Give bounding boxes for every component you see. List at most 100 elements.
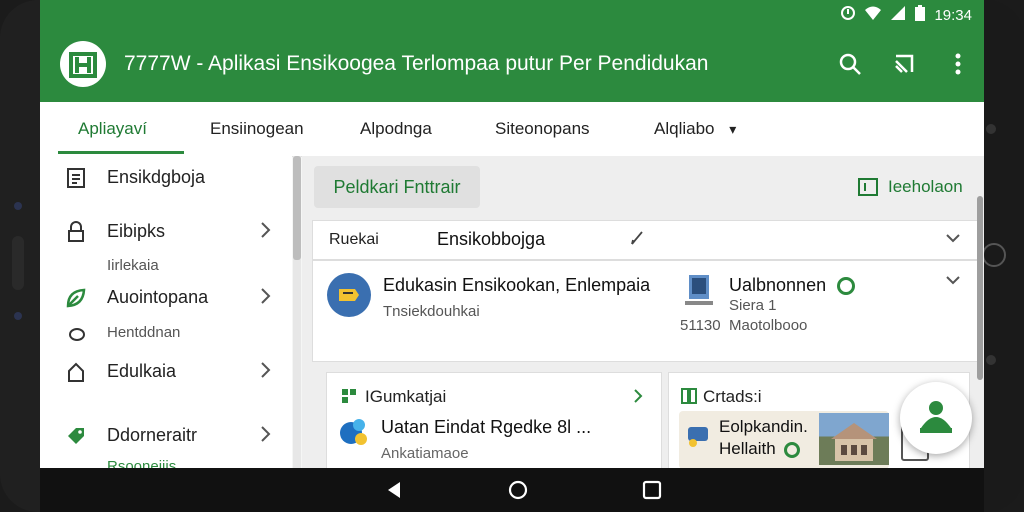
tab-1[interactable]: Ensiinogean — [210, 119, 304, 139]
sidebar-item-2-sub: Hentddnan — [107, 324, 181, 341]
front-camera — [14, 202, 22, 210]
chevron-right-icon — [260, 286, 272, 311]
home-icon — [64, 360, 88, 384]
sidebar-item-4-label: Ddorneraitr — [107, 425, 198, 445]
filter-value: Ensikobbojga — [437, 229, 546, 249]
course-avatar-icon — [327, 273, 371, 317]
lock-icon — [64, 220, 88, 244]
vpn-icon — [840, 5, 856, 25]
featured-meta-count: 51130 — [680, 317, 721, 334]
main-scrollbar-thumb[interactable] — [977, 196, 983, 380]
search-button[interactable] — [836, 50, 864, 78]
main-content: Peldkari Fnttrair Ieeholaon Ruekai Ensik… — [302, 156, 984, 468]
course-card-left-subtitle: Ankatiamaoe — [381, 445, 469, 462]
course-card-right-header: Crtads:i — [703, 387, 762, 406]
course-card-left-header: IGumkatjai — [365, 387, 447, 406]
tab-4-label: Alqliabo — [654, 119, 715, 138]
side-button — [982, 243, 1006, 267]
app-logo — [60, 41, 106, 87]
sidebar-item-2-label: Auointopana — [107, 287, 209, 307]
chevron-right-icon — [260, 424, 272, 449]
chevron-down-icon[interactable] — [945, 273, 961, 292]
featured-title: Edukasin Ensikookan, Enlempaia — [383, 275, 651, 295]
mini-course-title: Eolpkandin. — [719, 417, 808, 436]
cast-button[interactable] — [890, 50, 918, 78]
screen: 19:34 7777W - Aplikasi Ensikoogea Terlom… — [40, 0, 984, 468]
recents-button[interactable] — [640, 478, 664, 502]
tablet-device: 19:34 7777W - Aplikasi Ensikoogea Terlom… — [0, 0, 1024, 512]
grid-icon — [681, 388, 697, 409]
sidebar-item-1-sub: Iirlekaia — [107, 257, 159, 274]
tab-bar: Apliayaví Ensiinogean Alpodnga Siteonopa… — [40, 102, 984, 157]
sidebar-item-3[interactable]: Edulkaia — [40, 356, 292, 386]
cast-icon — [895, 54, 914, 73]
tab-2[interactable]: Alpodnga — [360, 119, 432, 139]
tag-icon — [64, 424, 88, 448]
clock: 19:34 — [934, 6, 972, 24]
chevron-down-icon: ▾ — [729, 121, 737, 137]
course-card-left[interactable]: IGumkatjai Uatan Eindat Rgedke 8l ... An… — [326, 372, 662, 468]
home-button[interactable] — [506, 478, 530, 502]
sidebar-item-1[interactable]: Eibipks — [40, 216, 292, 246]
tab-3[interactable]: Siteonopans — [495, 119, 590, 139]
more-vert-icon — [955, 53, 961, 75]
wifi-icon — [864, 5, 882, 25]
sidebar-item-4-sub: Rsooneiiis — [107, 458, 177, 468]
side-camera — [986, 124, 996, 134]
featured-side-title: Ualbnonnen — [729, 275, 856, 296]
battery-icon — [914, 4, 926, 26]
sidebar-item-2[interactable]: Auointopana — [40, 282, 292, 312]
filter-label: Ruekai — [329, 231, 379, 248]
chevron-right-icon — [260, 360, 272, 385]
back-icon — [388, 482, 400, 498]
back-button[interactable] — [382, 478, 406, 502]
app-title: 7777W - Aplikasi Ensikoogea Terlompaa pu… — [124, 52, 709, 75]
sidebar-item-1-label: Eibipks — [107, 221, 166, 241]
status-bar: 19:34 — [40, 0, 984, 28]
sidebar-item-0-label: Ensikdgboja — [107, 167, 206, 187]
building-photo — [819, 413, 889, 465]
chevron-down-icon[interactable] — [945, 231, 961, 250]
sidebar-item-4[interactable]: Ddorneraitr — [40, 420, 292, 450]
primary-action-button[interactable]: Peldkari Fnttrair — [314, 166, 480, 208]
top-right-link[interactable]: Ieeholaon — [858, 177, 963, 197]
recents-icon — [642, 480, 662, 500]
featured-card[interactable]: Edukasin Ensikookan, Enlempaia Tnsiekdou… — [312, 260, 978, 362]
sidebar-scroll-thumb[interactable] — [293, 156, 301, 260]
chevron-right-icon — [260, 220, 272, 245]
signal-icon — [890, 5, 906, 25]
sidebar: Ensikdgboja Eibipks Iirlekaia Auointopan… — [40, 156, 292, 468]
system-nav-bar — [40, 468, 984, 512]
calendar-icon — [858, 178, 878, 196]
device-icon — [685, 421, 713, 454]
front-sensor — [14, 312, 22, 320]
side-sensor — [986, 355, 996, 365]
document-icon — [64, 166, 88, 190]
device-bezel — [982, 0, 1024, 512]
tab-0[interactable]: Apliayaví — [78, 119, 147, 139]
featured-meta-label: Maotolbooo — [729, 317, 808, 334]
filter-row[interactable]: Ruekai Ensikobbojga — [312, 220, 978, 260]
more-options-button[interactable] — [944, 50, 972, 78]
chevron-right-icon[interactable] — [633, 387, 645, 410]
edit-icon[interactable] — [629, 229, 645, 252]
mini-course-sub-text: Hellaith — [719, 439, 776, 458]
verified-icon — [837, 277, 856, 296]
search-icon — [839, 53, 861, 75]
course-card-left-title: Uatan Eindat Rgedke 8l ... — [381, 417, 592, 437]
top-right-link-label: Ieeholaon — [888, 177, 963, 196]
featured-subtitle: Tnsiekdouhkai — [383, 303, 480, 320]
speaker-grille — [12, 236, 24, 290]
sidebar-item-0[interactable]: Ensikdgboja — [40, 162, 292, 192]
tab-4[interactable]: Alqliabo ▾ — [654, 119, 736, 139]
featured-side-title-text: Ualbnonnen — [729, 275, 827, 295]
featured-side-subtitle: Siera 1 — [729, 297, 777, 314]
assistant-icon — [920, 401, 952, 433]
mini-course-card[interactable]: Eolpkandin. Hellaith — [679, 411, 889, 468]
puzzle-icon — [337, 415, 371, 452]
radio-circle-icon — [69, 328, 85, 341]
tab-indicator — [58, 151, 184, 154]
app-bar: 7777W - Aplikasi Ensikoogea Terlompaa pu… — [40, 28, 984, 102]
assistant-fab[interactable] — [900, 382, 972, 454]
sidebar-scrollbar[interactable] — [293, 156, 301, 468]
